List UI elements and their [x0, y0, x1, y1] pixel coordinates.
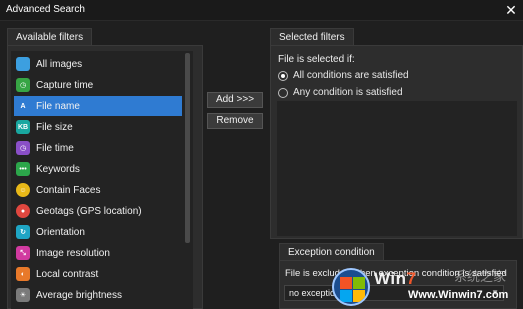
- file-name-icon: A: [16, 99, 30, 113]
- face-icon: ☺: [16, 183, 30, 197]
- filter-item[interactable]: ◷ Capture time: [14, 75, 182, 95]
- filter-item[interactable]: ◷ File time: [14, 138, 182, 158]
- file-size-icon: KB: [16, 120, 30, 134]
- available-filters-list[interactable]: All images ◷ Capture time A File name KB File …: [11, 51, 193, 309]
- exception-select[interactable]: no exceptions ▼: [284, 285, 504, 301]
- location-pin-icon: ●: [16, 204, 30, 218]
- filter-item-label: Orientation: [36, 226, 85, 238]
- filter-item[interactable]: ● Geotags (GPS location): [14, 201, 182, 221]
- list-scrollbar[interactable]: [185, 53, 190, 243]
- chevron-down-icon: ▼: [491, 288, 499, 297]
- filter-item-label: All images: [36, 58, 83, 70]
- filter-item[interactable]: ◐ Local contrast: [14, 264, 182, 284]
- tab-selected-filters[interactable]: Selected filters: [270, 28, 354, 46]
- filter-item-label: Keywords: [36, 163, 80, 175]
- filter-item[interactable]: A File name: [14, 96, 182, 116]
- file-time-icon: ◷: [16, 141, 30, 155]
- close-icon[interactable]: ✕: [499, 0, 523, 20]
- selected-conditions-list[interactable]: [277, 101, 517, 236]
- filter-item[interactable]: KB File size: [14, 117, 182, 137]
- filter-item-label: Capture time: [36, 79, 94, 91]
- filter-item-label: File name: [36, 100, 80, 112]
- filter-item-label: File size: [36, 121, 73, 133]
- exception-description: File is excluded when exception conditio…: [285, 268, 507, 279]
- add-filter-button[interactable]: Add >>>: [207, 92, 263, 108]
- all-images-icon: [16, 57, 30, 71]
- filter-item-label: Image resolution: [36, 247, 110, 259]
- exception-select-value: no exceptions: [289, 288, 345, 298]
- radio-all-conditions-label: All conditions are satisfied: [293, 70, 409, 81]
- filter-item-label: File time: [36, 142, 74, 154]
- filter-item[interactable]: ☀ Average brightness: [14, 285, 182, 305]
- filter-item-label: Geotags (GPS location): [36, 205, 142, 217]
- filter-item[interactable]: ⤡ Image resolution: [14, 243, 182, 263]
- radio-any-condition-label: Any condition is satisfied: [293, 87, 403, 98]
- filter-item-label: Average brightness: [36, 289, 122, 301]
- filter-item[interactable]: ••• Keywords: [14, 159, 182, 179]
- radio-any-condition[interactable]: Any condition is satisfied: [278, 87, 403, 98]
- keywords-icon: •••: [16, 162, 30, 176]
- tab-available-filters[interactable]: Available filters: [7, 28, 93, 46]
- filter-item[interactable]: ↻ Orientation: [14, 222, 182, 242]
- orientation-icon: ↻: [16, 225, 30, 239]
- radio-button-unchecked[interactable]: [278, 87, 288, 98]
- resolution-icon: ⤡: [16, 246, 30, 260]
- filter-item-label: Contain Faces: [36, 184, 101, 196]
- filter-item[interactable]: ☺ Contain Faces: [14, 180, 182, 200]
- filter-item-label: Local contrast: [36, 268, 99, 280]
- radio-all-conditions[interactable]: All conditions are satisfied: [278, 70, 409, 81]
- selection-rule-heading: File is selected if:: [278, 54, 355, 65]
- clock-icon: ◷: [16, 78, 30, 92]
- radio-button-checked[interactable]: [278, 70, 288, 81]
- tab-exception-condition[interactable]: Exception condition: [279, 243, 384, 261]
- title-bar: Advanced Search ✕: [0, 0, 523, 21]
- remove-filter-button[interactable]: Remove: [207, 113, 263, 129]
- contrast-icon: ◐: [16, 267, 30, 281]
- brightness-icon: ☀: [16, 288, 30, 302]
- window-title: Advanced Search: [6, 4, 85, 15]
- filter-item[interactable]: All images: [14, 54, 182, 74]
